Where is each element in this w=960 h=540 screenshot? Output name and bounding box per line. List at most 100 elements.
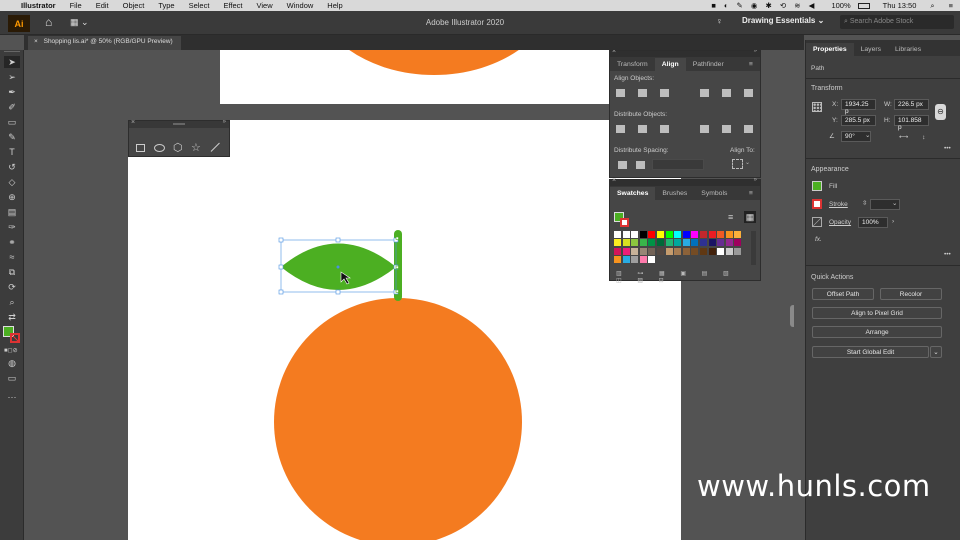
menu-help[interactable]: Help <box>320 1 349 10</box>
color-swatch[interactable] <box>725 247 733 255</box>
stroke-swatch[interactable] <box>812 199 822 209</box>
close-panel-icon[interactable]: × <box>612 177 616 184</box>
tab-libraries[interactable]: Libraries <box>888 46 928 56</box>
stroke-color-swatch[interactable] <box>10 333 20 343</box>
color-swatch[interactable] <box>708 239 716 247</box>
color-swatch[interactable] <box>700 247 707 255</box>
more-options-icon[interactable]: ••• <box>944 251 951 258</box>
selection-tool-icon[interactable]: ➤ <box>4 56 20 68</box>
rectangle-tool-icon[interactable]: ▭ <box>4 116 20 128</box>
list-view-icon[interactable]: ≡ <box>728 212 738 222</box>
align-bottom-icon[interactable] <box>744 89 753 97</box>
swatch-panel-footer-icons[interactable]: ▥ ⊶ ▦ ▣ ▤ ▧ ◫ ▨ ⊟ <box>616 270 756 284</box>
chevron-down-icon[interactable]: ⌄ <box>892 199 897 207</box>
horizontal-distribute-space-icon[interactable] <box>636 161 645 169</box>
swatches-panel-header[interactable]: × » <box>610 177 760 186</box>
floating-panel-header[interactable]: × » <box>129 119 229 128</box>
opacity-label[interactable]: Opacity <box>829 219 851 226</box>
color-swatch[interactable] <box>631 239 639 247</box>
color-swatch[interactable] <box>717 231 725 238</box>
height-field[interactable]: 101.858 p <box>894 115 929 131</box>
home-icon[interactable]: ⌂ <box>45 15 59 29</box>
color-swatch[interactable] <box>674 239 682 247</box>
fx-button[interactable]: fx. <box>815 236 822 243</box>
grid-view-icon[interactable]: ▦ <box>744 211 756 223</box>
close-panel-icon[interactable]: × <box>612 50 616 55</box>
fill-swatch[interactable] <box>812 181 822 191</box>
color-swatch[interactable] <box>648 231 656 238</box>
color-swatch[interactable] <box>674 231 682 238</box>
stroke-label[interactable]: Stroke <box>829 201 848 208</box>
color-swatch[interactable] <box>648 247 656 255</box>
spotlight-icon[interactable]: ⌕ <box>923 1 941 11</box>
chevron-right-icon[interactable]: › <box>892 218 894 225</box>
paintbrush-tool-icon[interactable]: ✎ <box>4 131 20 143</box>
swatch-grid[interactable] <box>614 231 748 265</box>
collapse-panel-icon[interactable]: » <box>754 177 757 183</box>
vertical-distribute-space-icon[interactable] <box>618 161 627 169</box>
color-swatch[interactable] <box>734 247 742 255</box>
tab-symbols[interactable]: Symbols <box>694 190 734 200</box>
zoom-tool-icon[interactable]: ⌕ <box>4 296 20 308</box>
color-swatch[interactable] <box>665 247 673 255</box>
color-swatch[interactable] <box>691 247 699 255</box>
distribute-top-icon[interactable] <box>616 125 625 133</box>
global-edit-options-icon[interactable]: ⌄ <box>930 346 942 358</box>
curvature-tool-icon[interactable]: ✐ <box>4 101 20 113</box>
color-swatch[interactable] <box>631 231 639 238</box>
stroke-weight-stepper-icon[interactable]: ⇳ <box>862 199 867 207</box>
y-position-field[interactable]: 285.5 px <box>841 115 876 126</box>
color-swatch[interactable] <box>700 231 707 238</box>
align-to-pixel-grid-button[interactable]: Align to Pixel Grid <box>812 307 942 319</box>
color-swatch[interactable] <box>682 231 690 238</box>
color-swatch[interactable] <box>622 239 630 247</box>
color-swatch[interactable] <box>631 247 639 255</box>
tab-layers[interactable]: Layers <box>854 46 888 56</box>
color-swatch[interactable] <box>657 231 664 238</box>
type-tool-icon[interactable]: T <box>4 146 20 158</box>
color-swatch[interactable] <box>622 256 630 264</box>
color-swatch[interactable] <box>639 231 647 238</box>
distribute-left-icon[interactable] <box>700 125 709 133</box>
recolor-button[interactable]: Recolor <box>880 288 942 300</box>
more-options-icon[interactable]: ••• <box>944 145 951 152</box>
align-horizontal-center-icon[interactable] <box>638 89 647 97</box>
stock-search-input[interactable]: ⌕ Search Adobe Stock <box>840 15 954 29</box>
direct-selection-tool-icon[interactable]: ➢ <box>4 71 20 83</box>
tab-align[interactable]: Align <box>654 58 686 71</box>
eyedropper-tool-icon[interactable]: ✑ <box>4 221 20 233</box>
distribute-bottom-icon[interactable] <box>660 125 669 133</box>
artboard-main[interactable] <box>128 120 681 540</box>
color-swatch[interactable] <box>682 247 690 255</box>
collapse-panel-icon[interactable]: » <box>223 119 226 125</box>
reference-point-icon[interactable] <box>812 102 822 112</box>
align-top-icon[interactable] <box>700 89 709 97</box>
current-stroke-swatch[interactable] <box>620 218 629 227</box>
color-swatch[interactable] <box>631 256 639 264</box>
workspace-selector[interactable]: Drawing Essentials ⌄ <box>742 16 824 25</box>
color-swatch[interactable] <box>734 231 742 238</box>
color-swatch[interactable] <box>708 247 716 255</box>
panel-menu-icon[interactable]: ≡ <box>742 190 760 200</box>
align-to-selection-icon[interactable] <box>732 159 743 169</box>
rotate-tool-icon[interactable]: ↺ <box>4 161 20 173</box>
workspace-switcher-icon[interactable]: ▦ ⌄ <box>70 17 89 28</box>
notification-center-icon[interactable]: ≡ <box>942 1 960 10</box>
close-panel-icon[interactable]: × <box>131 119 135 126</box>
eraser-tool-icon[interactable]: ◇ <box>4 176 20 188</box>
menu-edit[interactable]: Edit <box>89 1 116 10</box>
swap-colors-icon[interactable]: ⇄ <box>4 311 20 323</box>
color-swatch[interactable] <box>725 231 733 238</box>
color-swatch[interactable] <box>691 231 699 238</box>
color-swatch[interactable] <box>708 231 716 238</box>
star-shape-icon[interactable]: ☆ <box>191 141 201 154</box>
width-tool-icon[interactable]: ≈ <box>4 251 20 263</box>
color-swatch[interactable] <box>734 239 742 247</box>
constrain-proportions-icon[interactable]: ⊖ <box>935 104 946 120</box>
width-field[interactable]: 226.5 px <box>894 99 929 110</box>
menu-type[interactable]: Type <box>151 1 181 10</box>
rectangle-shape-icon[interactable] <box>136 144 145 152</box>
swatch-scrollbar[interactable] <box>751 231 756 265</box>
orange-fruit[interactable] <box>274 298 522 540</box>
collapse-panel-icon[interactable]: » <box>754 50 757 54</box>
